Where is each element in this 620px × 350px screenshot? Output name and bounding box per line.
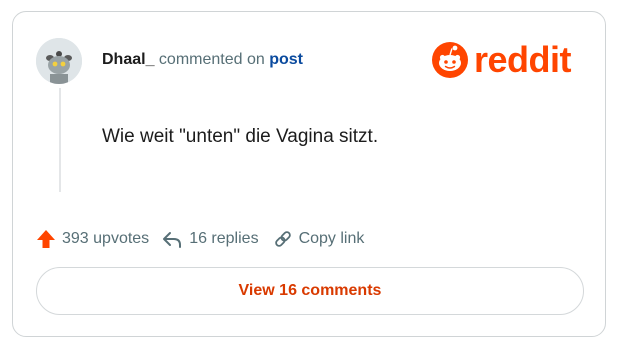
comment-header: Dhaal_ commented on post bbox=[102, 51, 303, 69]
logo-wordmark: reddit bbox=[474, 39, 572, 80]
link-chain-icon bbox=[274, 231, 291, 247]
upvote-button[interactable]: 393 upvotes bbox=[36, 229, 149, 249]
action-bar: 393 upvotes 16 replies Copy link bbox=[36, 229, 364, 249]
copy-link-label: Copy link bbox=[298, 230, 365, 247]
username-link[interactable]: Dhaal_ bbox=[102, 51, 154, 68]
copy-link-button[interactable]: Copy link bbox=[273, 229, 365, 249]
comment-text: Wie weit "unten" die Vagina sitzt. bbox=[102, 126, 379, 147]
post-link[interactable]: post bbox=[269, 51, 303, 68]
upvote-arrow-icon bbox=[37, 230, 55, 248]
upvote-count: 393 upvotes bbox=[62, 230, 150, 247]
avatar[interactable] bbox=[36, 38, 82, 84]
replies-count: 16 replies bbox=[189, 230, 259, 247]
thread-line bbox=[59, 88, 61, 192]
reddit-logo[interactable]: reddit bbox=[430, 39, 572, 80]
commented-on-text: commented on bbox=[158, 51, 265, 68]
view-comments-button[interactable]: View 16 comments bbox=[36, 267, 584, 315]
replies-button[interactable]: 16 replies bbox=[161, 229, 259, 249]
reddit-snoo-icon bbox=[432, 42, 468, 78]
reply-arrow-icon bbox=[163, 232, 182, 248]
